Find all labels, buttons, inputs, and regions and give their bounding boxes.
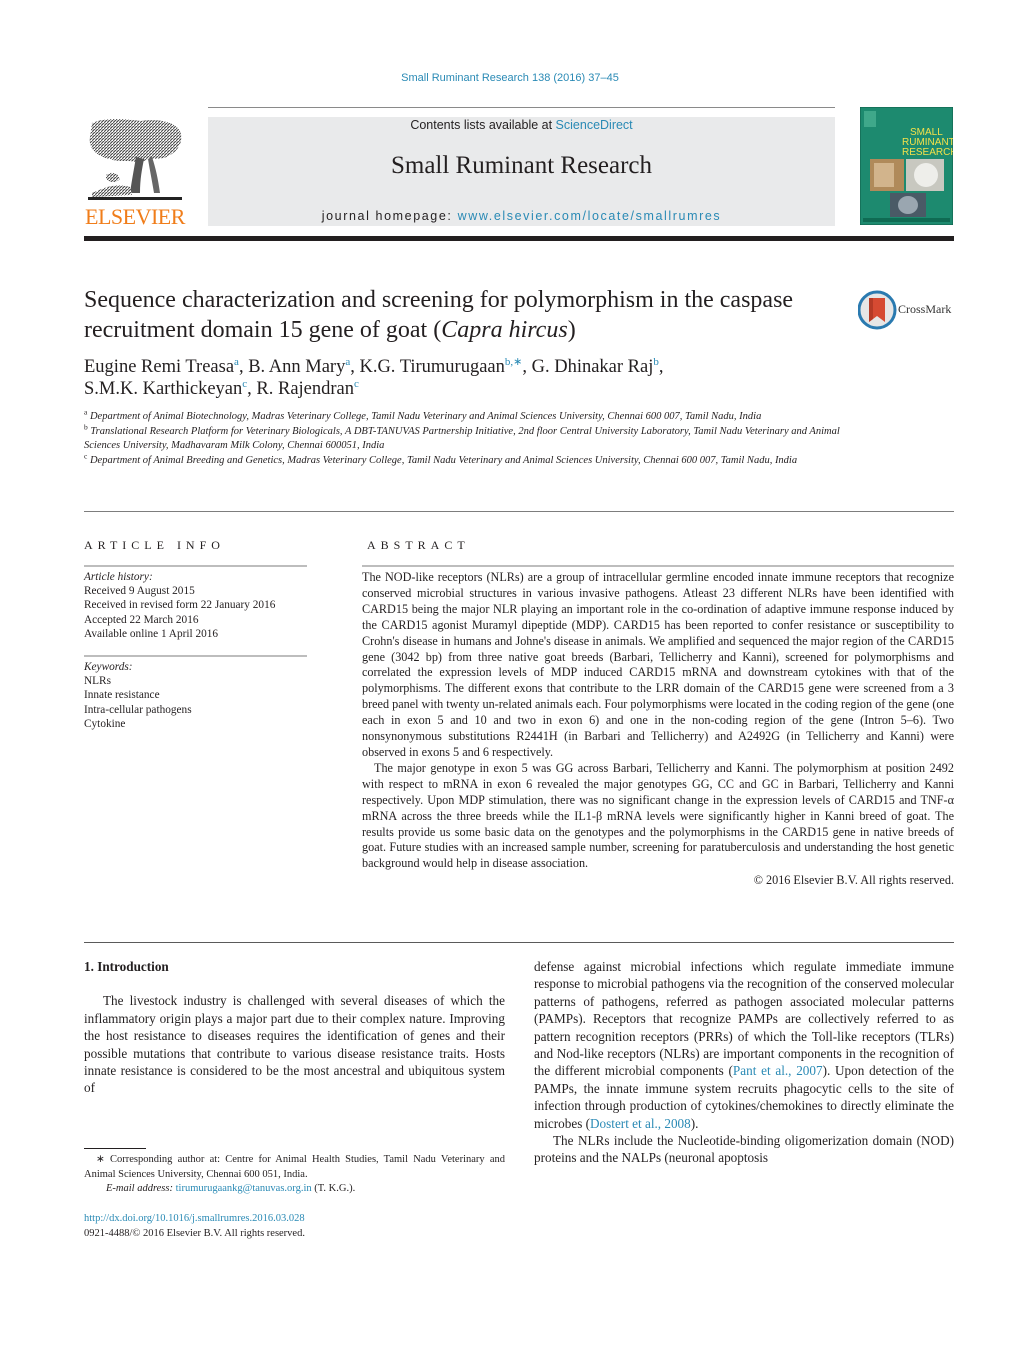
- journal-cover-image[interactable]: SMALL RUMINANT RESEARCH: [859, 106, 958, 226]
- keyword-item: NLRs: [84, 675, 111, 688]
- body-text: defense against microbial infections whi…: [534, 959, 954, 1079]
- abstract-paragraph: The NOD-like receptors (NLRs) are a grou…: [362, 570, 954, 759]
- history-item: Available online 1 April 2016: [84, 627, 219, 640]
- body-divider: [84, 942, 954, 943]
- history-item: Received 9 August 2015: [84, 585, 195, 598]
- doi-link[interactable]: http://dx.doi.org/10.1016/j.smallrumres.…: [84, 1213, 305, 1224]
- journal-title: Small Ruminant Research: [390, 152, 653, 179]
- homepage-link[interactable]: www.elsevier.com/locate/smallrumres: [458, 209, 722, 223]
- article-title: Sequence characterization and screening …: [84, 285, 844, 345]
- author-list: Eugine Remi Treasaa, B. Ann Marya, K.G. …: [84, 356, 844, 400]
- contents-line: Contents lists available at ScienceDirec…: [208, 118, 835, 132]
- title-species: Capra hircus: [441, 317, 568, 343]
- abstract-body: The NOD-like receptors (NLRs) are a grou…: [362, 570, 954, 889]
- article-info-rule: [84, 565, 307, 567]
- keywords-label: Keywords:: [84, 661, 133, 673]
- email-label: E-mail address:: [106, 1183, 176, 1194]
- affiliation-text: Department of Animal Breeding and Geneti…: [87, 454, 798, 466]
- affiliation: a Department of Animal Biotechnology, Ma…: [84, 408, 844, 425]
- author-name[interactable]: Eugine Remi Treasa: [84, 357, 234, 377]
- journal-reference[interactable]: Small Ruminant Research 138 (2016) 37–45: [0, 72, 1020, 84]
- author-affiliation-marker[interactable]: c: [354, 378, 359, 390]
- body-column-right: defense against microbial infections whi…: [534, 958, 954, 1167]
- footnote-marker: ∗: [96, 1154, 105, 1165]
- history-label: Article history:: [84, 571, 153, 583]
- footnote-corresponding: ∗ Corresponding author at: Centre for An…: [84, 1153, 505, 1197]
- body-paragraph: The NLRs include the Nucleotide-binding …: [534, 1133, 954, 1166]
- header-thick-rule: [84, 236, 954, 241]
- citation-link[interactable]: Dostert et al., 2008: [590, 1116, 691, 1131]
- body-column-left: 1. Introduction The livestock industry i…: [84, 958, 505, 1097]
- author-affiliation-marker[interactable]: b,∗: [505, 356, 522, 368]
- sciencedirect-link[interactable]: ScienceDirect: [556, 118, 633, 132]
- history-item: Accepted 22 March 2016: [84, 613, 199, 626]
- crossmark-button[interactable]: CrossMark: [858, 290, 958, 330]
- corresponding-author-text: Corresponding author at: Centre for Anim…: [84, 1154, 505, 1180]
- author-name[interactable]: K.G. Tirumurugaan: [359, 357, 504, 377]
- abstract-heading: ABSTRACT: [367, 538, 470, 552]
- email-suffix: (T. K.G.).: [311, 1183, 356, 1194]
- homepage-line: journal homepage: www.elsevier.com/locat…: [208, 209, 835, 223]
- journal-masthead: Contents lists available at ScienceDirec…: [208, 117, 835, 226]
- keywords: Keywords: NLRs Innate resistance Intra-c…: [84, 660, 314, 731]
- body-text: ).: [690, 1115, 699, 1131]
- section-heading-introduction: 1. Introduction: [84, 959, 169, 974]
- article-history: Article history: Received 9 August 2015 …: [84, 570, 314, 641]
- affiliation-list: a Department of Animal Biotechnology, Ma…: [84, 408, 844, 469]
- abstract-paragraph: The major genotype in exon 5 was GG acro…: [362, 760, 954, 871]
- article-info-heading: ARTICLE INFO: [84, 538, 225, 552]
- affiliation-text: Translational Research Platform for Vete…: [84, 425, 840, 452]
- abstract-rule: [362, 565, 954, 567]
- email-link[interactable]: tirumurugaankg@tanuvas.org.in: [176, 1183, 312, 1194]
- keyword-item: Intra-cellular pathogens: [84, 703, 192, 716]
- journal-cover-icon: SMALL RUMINANT RESEARCH: [859, 106, 958, 226]
- elsevier-tree-icon: [88, 119, 182, 200]
- body-paragraph: defense against microbial infections whi…: [534, 958, 954, 1132]
- keywords-rule: [84, 655, 307, 657]
- footnote-rule: [84, 1148, 146, 1149]
- crossmark-icon: [858, 290, 897, 330]
- title-close: ): [567, 317, 576, 343]
- author-name[interactable]: S.M.K. Karthickeyan: [84, 379, 242, 399]
- keyword-item: Cytokine: [84, 717, 126, 730]
- body-paragraph: The livestock industry is challenged wit…: [84, 993, 505, 1096]
- citation-link[interactable]: Pant et al., 2007: [733, 1063, 823, 1078]
- crossmark-label: CrossMark: [898, 302, 952, 316]
- contents-prefix: Contents lists available at: [410, 118, 556, 132]
- author-name[interactable]: G. Dhinakar Raj: [532, 357, 654, 377]
- author-separator: ,: [522, 357, 532, 377]
- affiliation: b Translational Research Platform for Ve…: [84, 423, 844, 454]
- section-divider: [84, 511, 954, 512]
- elsevier-logo[interactable]: ELSEVIER: [84, 115, 186, 230]
- keyword-item: Innate resistance: [84, 689, 160, 702]
- issn-line: 0921-4488/© 2016 Elsevier B.V. All right…: [84, 1227, 305, 1239]
- header-divider: [208, 107, 835, 108]
- author-name[interactable]: R. Rajendran: [256, 379, 354, 399]
- elsevier-wordmark: ELSEVIER: [85, 204, 185, 229]
- affiliation: c Department of Animal Breeding and Gene…: [84, 452, 844, 469]
- author-separator: ,: [658, 357, 664, 377]
- abstract-copyright: © 2016 Elsevier B.V. All rights reserved…: [753, 873, 954, 888]
- cover-title-line-3: RESEARCH: [902, 147, 953, 158]
- affiliation-text: Department of Animal Biotechnology, Madr…: [87, 411, 762, 422]
- author-separator: ,: [247, 379, 257, 399]
- title-text: Sequence characterization and screening …: [84, 287, 794, 343]
- doi-block: http://dx.doi.org/10.1016/j.smallrumres.…: [84, 1212, 505, 1241]
- author-name[interactable]: B. Ann Mary: [248, 357, 345, 377]
- history-item: Received in revised form 22 January 2016: [84, 599, 276, 612]
- homepage-prefix: journal homepage:: [321, 209, 458, 223]
- author-separator: ,: [238, 357, 249, 377]
